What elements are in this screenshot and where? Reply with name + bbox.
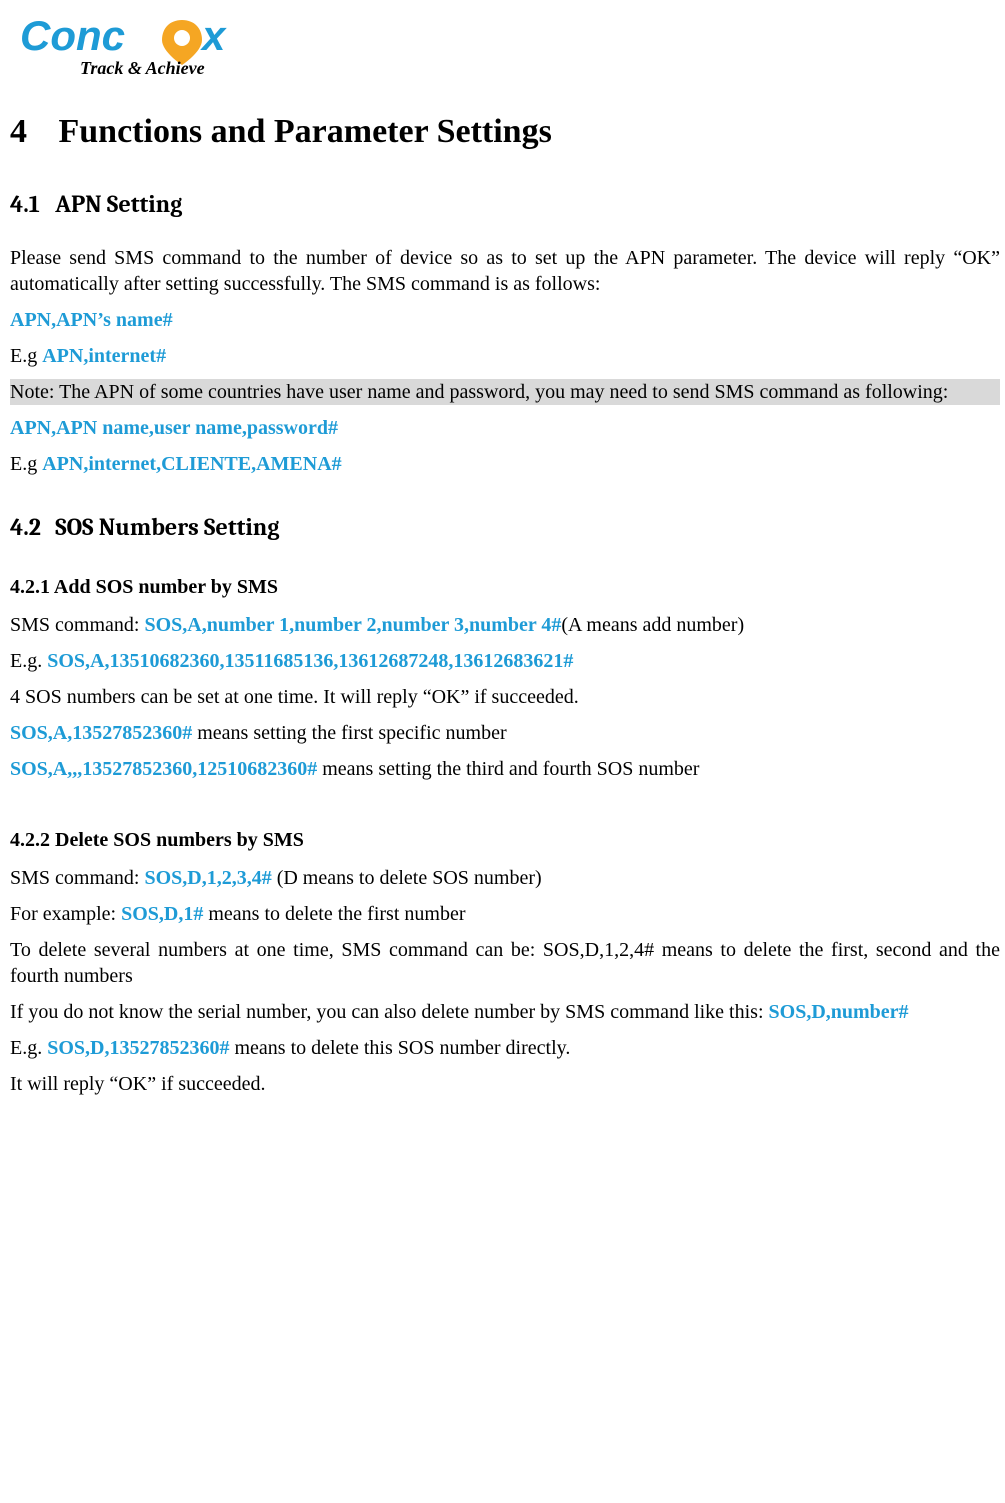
suffix: means to delete the first number (203, 903, 465, 925)
apn-note: Note: The APN of some countries have use… (10, 379, 1000, 405)
prefix: SMS command: (10, 867, 144, 889)
apn-cmd1: APN,APN’s name# (10, 307, 1000, 333)
svg-text:Track & Achieve: Track & Achieve (80, 58, 205, 78)
command-text: SOS,D,13527852360# (47, 1037, 229, 1059)
suffix: (D means to delete SOS number) (272, 867, 542, 889)
section-4-2-heading: 4.2 SOS Numbers Setting (10, 512, 1000, 543)
apn-eg2: E.g APN,internet,CLIENTE,AMENA# (10, 451, 1000, 477)
command-text: SOS,D,number# (769, 1001, 909, 1023)
suffix: (A means add number) (561, 614, 744, 636)
section-title: APN Setting (55, 190, 182, 218)
sos-del-cmd: SMS command: SOS,D,1,2,3,4# (D means to … (10, 865, 1000, 891)
suffix: means setting the first specific number (192, 722, 506, 744)
prefix: If you do not know the serial number, yo… (10, 1001, 769, 1023)
section-4-1-heading: 4.1 APN Setting (10, 189, 1000, 220)
subsection-4-2-2-heading: 4.2.2 Delete SOS numbers by SMS (10, 827, 1000, 853)
subsection-4-2-1-heading: 4.2.1 Add SOS number by SMS (10, 574, 1000, 600)
sos-del-reply: It will reply “OK” if succeeded. (10, 1071, 1000, 1097)
sos-add-first: SOS,A,13527852360# means setting the fir… (10, 720, 1000, 746)
command-text: SOS,A,13510682360,13511685136,1361268724… (47, 650, 573, 672)
chapter-heading: 4 Functions and Parameter Settings (10, 110, 1000, 154)
apn-intro: Please send SMS command to the number of… (10, 245, 1000, 297)
sos-del-unknown: If you do not know the serial number, yo… (10, 999, 1000, 1025)
chapter-number: 4 (10, 110, 50, 154)
apn-eg1: E.g APN,internet# (10, 343, 1000, 369)
suffix: means to delete this SOS number directly… (229, 1037, 570, 1059)
sos-del-multi: To delete several numbers at one time, S… (10, 937, 1000, 989)
svg-text:x: x (200, 12, 227, 59)
sos-add-cmd: SMS command: SOS,A,number 1,number 2,num… (10, 612, 1000, 638)
prefix: SMS command: (10, 614, 144, 636)
sos-add-third-fourth: SOS,A,,,13527852360,12510682360# means s… (10, 756, 1000, 782)
prefix: E.g. (10, 650, 47, 672)
sos-del-direct: E.g. SOS,D,13527852360# means to delete … (10, 1035, 1000, 1061)
command-text: APN,APN’s name# (10, 309, 173, 331)
command-text: SOS,A,,,13527852360,12510682360# (10, 758, 317, 780)
command-text: APN,internet# (42, 345, 166, 367)
chapter-title: Functions and Parameter Settings (59, 113, 552, 150)
apn-cmd2: APN,APN name,user name,password# (10, 415, 1000, 441)
sos-del-eg: For example: SOS,D,1# means to delete th… (10, 901, 1000, 927)
brand-logo: Conc x Track & Achieve (20, 10, 1000, 80)
command-text: SOS,D,1,2,3,4# (144, 867, 271, 889)
section-number: 4.2 (10, 512, 50, 543)
sos-add-eg: E.g. SOS,A,13510682360,13511685136,13612… (10, 648, 1000, 674)
command-text: SOS,A,number 1,number 2,number 3,number … (144, 614, 561, 636)
prefix: E.g. (10, 1037, 47, 1059)
section-number: 4.1 (10, 189, 50, 220)
command-text: APN,internet,CLIENTE,AMENA# (42, 453, 341, 475)
sos-add-note: 4 SOS numbers can be set at one time. It… (10, 684, 1000, 710)
command-text: APN,APN name,user name,password# (10, 417, 338, 439)
command-text: SOS,A,13527852360# (10, 722, 192, 744)
prefix: For example: (10, 903, 121, 925)
command-text: SOS,D,1# (121, 903, 203, 925)
eg-prefix: E.g (10, 453, 42, 475)
eg-prefix: E.g (10, 345, 42, 367)
section-title: SOS Numbers Setting (55, 513, 279, 541)
suffix: means setting the third and fourth SOS n… (317, 758, 699, 780)
svg-text:Conc: Conc (20, 12, 125, 59)
